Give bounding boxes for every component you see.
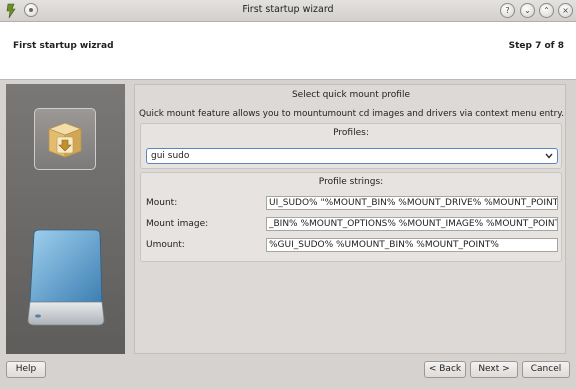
- wizard-title: First startup wizrad: [13, 41, 114, 51]
- help-button[interactable]: Help: [6, 361, 46, 378]
- minimize-icon[interactable]: ⌄: [520, 3, 535, 18]
- help-icon[interactable]: ?: [500, 3, 515, 18]
- mount-label: Mount:: [146, 198, 178, 208]
- profile-select[interactable]: gui sudo: [146, 148, 558, 164]
- umount-field[interactable]: %GUI_SUDO% %UMOUNT_BIN% %MOUNT_POINT%: [266, 238, 558, 252]
- mount-image-field[interactable]: _BIN% %MOUNT_OPTIONS% %MOUNT_IMAGE% %MOU…: [266, 217, 558, 231]
- mount-image-label: Mount image:: [146, 219, 209, 229]
- profile-strings-label: Profile strings:: [318, 177, 384, 187]
- maximize-icon[interactable]: ⌃: [539, 3, 554, 18]
- window-title: First startup wizard: [242, 4, 334, 15]
- profiles-group: Profiles: gui sudo: [140, 123, 562, 169]
- package-install-icon: [34, 108, 96, 170]
- page-description: Quick mount feature allows you to mountu…: [139, 109, 564, 119]
- close-icon[interactable]: ×: [558, 3, 573, 18]
- next-button[interactable]: Next >: [470, 361, 518, 378]
- wizard-side-panel: [6, 84, 125, 354]
- wizard-header: First startup wizrad Step 7 of 8: [0, 22, 576, 80]
- profile-strings-group: Profile strings: Mount: UI_SUDO% "%MOUNT…: [140, 172, 562, 262]
- back-button[interactable]: < Back: [424, 361, 466, 378]
- drive-icon: [27, 229, 105, 326]
- chevron-down-icon: [545, 153, 553, 159]
- profile-select-value: gui sudo: [151, 151, 190, 161]
- wizard-step-indicator: Step 7 of 8: [508, 41, 564, 51]
- profiles-label: Profiles:: [333, 128, 369, 138]
- mount-field[interactable]: UI_SUDO% "%MOUNT_BIN% %MOUNT_DRIVE% %MOU…: [266, 196, 558, 210]
- cancel-button[interactable]: Cancel: [522, 361, 570, 378]
- window-titlebar[interactable]: First startup wizard ? ⌄ ⌃ ×: [0, 0, 576, 22]
- umount-label: Umount:: [146, 240, 185, 250]
- wizard-page: Select quick mount profile Quick mount f…: [134, 84, 566, 354]
- page-heading: Select quick mount profile: [291, 90, 411, 100]
